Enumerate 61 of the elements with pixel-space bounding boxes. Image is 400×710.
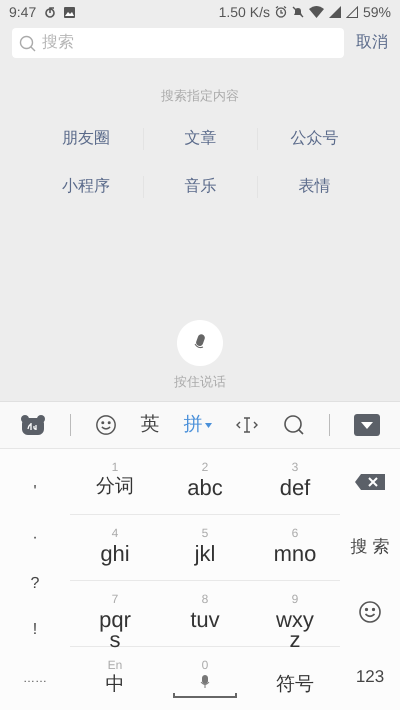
image-icon (64, 6, 76, 18)
category-link[interactable]: 公众号 (290, 126, 338, 150)
key-number: En (108, 659, 122, 671)
keyboard-key[interactable]: 5 jkl (160, 515, 250, 580)
key-number: 7 (112, 593, 118, 605)
keyboard-key[interactable]: 9 wxy z (250, 581, 340, 646)
more-symbols-key[interactable]: …… (10, 653, 60, 703)
key-number: 5 (202, 527, 208, 539)
smiley-icon (94, 414, 117, 436)
network-speed: 1.50 K/s (218, 2, 270, 22)
key-number: 4 (112, 527, 118, 539)
search-field[interactable]: 搜索 (12, 28, 344, 58)
voice-label: 按住说话 (174, 372, 226, 390)
category-link[interactable]: 表情 (298, 174, 330, 198)
category-link[interactable]: 音乐 (184, 174, 216, 198)
punctuation-key[interactable]: ' (15, 469, 55, 515)
status-time: 9:47 (9, 2, 36, 22)
backspace-icon (355, 474, 385, 490)
space-bar-icon (173, 693, 237, 699)
search-icon[interactable] (283, 414, 306, 436)
muted-bell-icon (292, 6, 304, 18)
bear-logo-icon[interactable] (20, 414, 46, 436)
punctuation-key[interactable]: ! (15, 607, 55, 653)
keyboard-key[interactable]: 符号 (250, 647, 340, 710)
alarm-icon (274, 6, 287, 18)
keyboard-key[interactable]: 8 tuv (160, 581, 250, 646)
category-link[interactable]: 文章 (184, 126, 216, 150)
smiley-icon (358, 600, 382, 624)
keyboard-key[interactable]: 123 (340, 644, 400, 709)
voice-button[interactable] (177, 320, 223, 366)
cancel-button[interactable]: 取消 (356, 31, 388, 55)
keyboard-key[interactable]: En 中 (70, 647, 160, 710)
key-number: 0 (202, 659, 208, 671)
keyboard-key[interactable]: 2 abc (160, 449, 250, 514)
input-mode-tab[interactable]: 英 (140, 410, 160, 440)
punctuation-key[interactable]: ? (15, 561, 55, 607)
search-icon (19, 35, 36, 52)
key-number: 6 (292, 527, 298, 539)
keyboard-key[interactable]: 1 分词 (70, 449, 160, 514)
keyboard-key[interactable]: 6 mno (250, 515, 340, 580)
hide-keyboard-icon[interactable] (354, 414, 380, 436)
battery-percent: 59% (362, 2, 391, 22)
signal-empty-icon (346, 6, 358, 18)
keyboard-key[interactable]: 搜 索 (340, 514, 400, 579)
keyboard-key[interactable]: 4 ghi (70, 515, 160, 580)
caret-icon (204, 422, 212, 428)
category-link[interactable]: 小程序 (62, 174, 110, 198)
key-number: 8 (202, 593, 208, 605)
category-link[interactable]: 朋友圈 (62, 126, 110, 150)
microphone-icon (200, 675, 210, 689)
key-number: 3 (292, 461, 298, 473)
keyboard-key[interactable]: 3 def (250, 449, 340, 514)
keyboard-key[interactable]: 7 pqr s (70, 581, 160, 646)
key-number: 2 (202, 461, 208, 473)
section-title: 搜索指定内容 (161, 87, 239, 105)
key-number: 1 (112, 461, 118, 473)
text-cursor-icon[interactable] (235, 415, 260, 435)
signal-icon (328, 6, 341, 18)
punctuation-key[interactable]: · (15, 515, 55, 561)
wifi-icon (308, 6, 324, 18)
key-number: 9 (292, 593, 298, 605)
